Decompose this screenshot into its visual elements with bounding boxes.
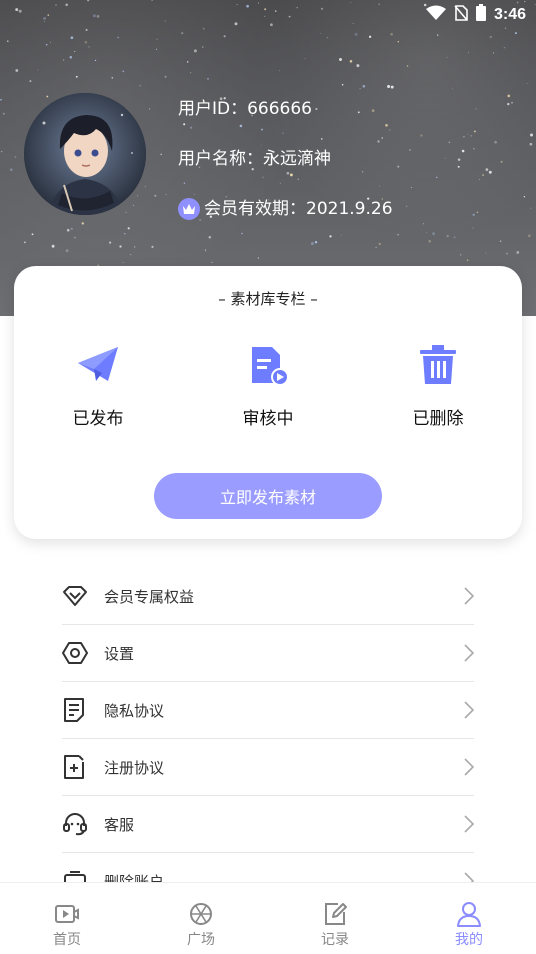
status-time: 3:46	[493, 5, 526, 23]
menu-item-privacy[interactable]: 隐私协议	[62, 682, 474, 739]
user-name: 用户名称：永远滴神	[178, 149, 331, 169]
settings-hexagon-icon	[62, 641, 104, 665]
bottom-tab-bar: 首页 广场 记录 我的	[0, 882, 536, 954]
tab-records[interactable]: 记录	[295, 901, 375, 949]
aperture-icon	[161, 901, 241, 927]
menu-item-registration[interactable]: 注册协议	[62, 739, 474, 796]
menu-item-label: 客服	[104, 815, 135, 834]
menu-item-label: 隐私协议	[104, 701, 165, 720]
menu-item-label: 设置	[104, 644, 135, 663]
deleted-action[interactable]: 已删除	[378, 340, 498, 429]
avatar[interactable]	[24, 93, 146, 215]
membership-expiry: 会员有效期：2021.9.26	[204, 199, 393, 219]
chevron-right-icon	[454, 815, 474, 833]
settings-menu: 会员专属权益 设置 隐私协议 注册协议 客服 删除账户	[62, 568, 474, 910]
menu-item-label: 注册协议	[104, 758, 165, 777]
user-icon	[429, 901, 509, 927]
tab-label: 记录	[321, 932, 349, 948]
menu-item-vip-benefits[interactable]: 会员专属权益	[62, 568, 474, 625]
menu-item-label: 会员专属权益	[104, 587, 195, 606]
no-sim-icon	[454, 4, 468, 25]
user-info: 用户ID：666666 用户名称：永远滴神 会员有效期：2021.9.26	[178, 96, 393, 246]
deleted-label: 已删除	[412, 409, 464, 429]
chevron-right-icon	[454, 758, 474, 776]
library-card: – 素材库专栏 – 已发布 审核中 已删除 立即发布素材	[14, 266, 522, 539]
membership-line: 会员有效期：2021.9.26	[178, 196, 393, 222]
edit-icon	[295, 901, 375, 927]
chevron-right-icon	[454, 701, 474, 719]
tab-square[interactable]: 广场	[161, 901, 241, 949]
published-action[interactable]: 已发布	[38, 340, 158, 429]
menu-item-settings[interactable]: 设置	[62, 625, 474, 682]
tab-label: 广场	[187, 932, 215, 948]
reviewing-label: 审核中	[242, 409, 294, 429]
headset-icon	[62, 812, 104, 836]
tab-label: 首页	[53, 932, 81, 948]
battery-icon	[475, 4, 486, 25]
reviewing-action[interactable]: 审核中	[208, 340, 328, 429]
publish-material-button[interactable]: 立即发布素材	[154, 473, 382, 519]
diamond-icon	[62, 585, 104, 607]
chevron-right-icon	[454, 587, 474, 605]
paper-plane-icon	[38, 340, 158, 390]
user-id: 用户ID：666666	[178, 99, 312, 119]
video-icon	[27, 901, 107, 927]
card-title: – 素材库专栏 –	[218, 290, 318, 308]
status-bar: 3:46	[0, 0, 536, 32]
chevron-right-icon	[454, 644, 474, 662]
crown-icon	[178, 198, 200, 220]
wifi-icon	[425, 5, 446, 25]
document-icon	[62, 697, 104, 723]
tab-home[interactable]: 首页	[27, 901, 107, 949]
document-play-icon	[208, 340, 328, 390]
tab-mine[interactable]: 我的	[429, 901, 509, 949]
published-label: 已发布	[72, 409, 124, 429]
menu-item-customer-service[interactable]: 客服	[62, 796, 474, 853]
document-plus-icon	[62, 754, 104, 780]
trash-icon	[378, 340, 498, 390]
tab-label: 我的	[455, 932, 483, 948]
